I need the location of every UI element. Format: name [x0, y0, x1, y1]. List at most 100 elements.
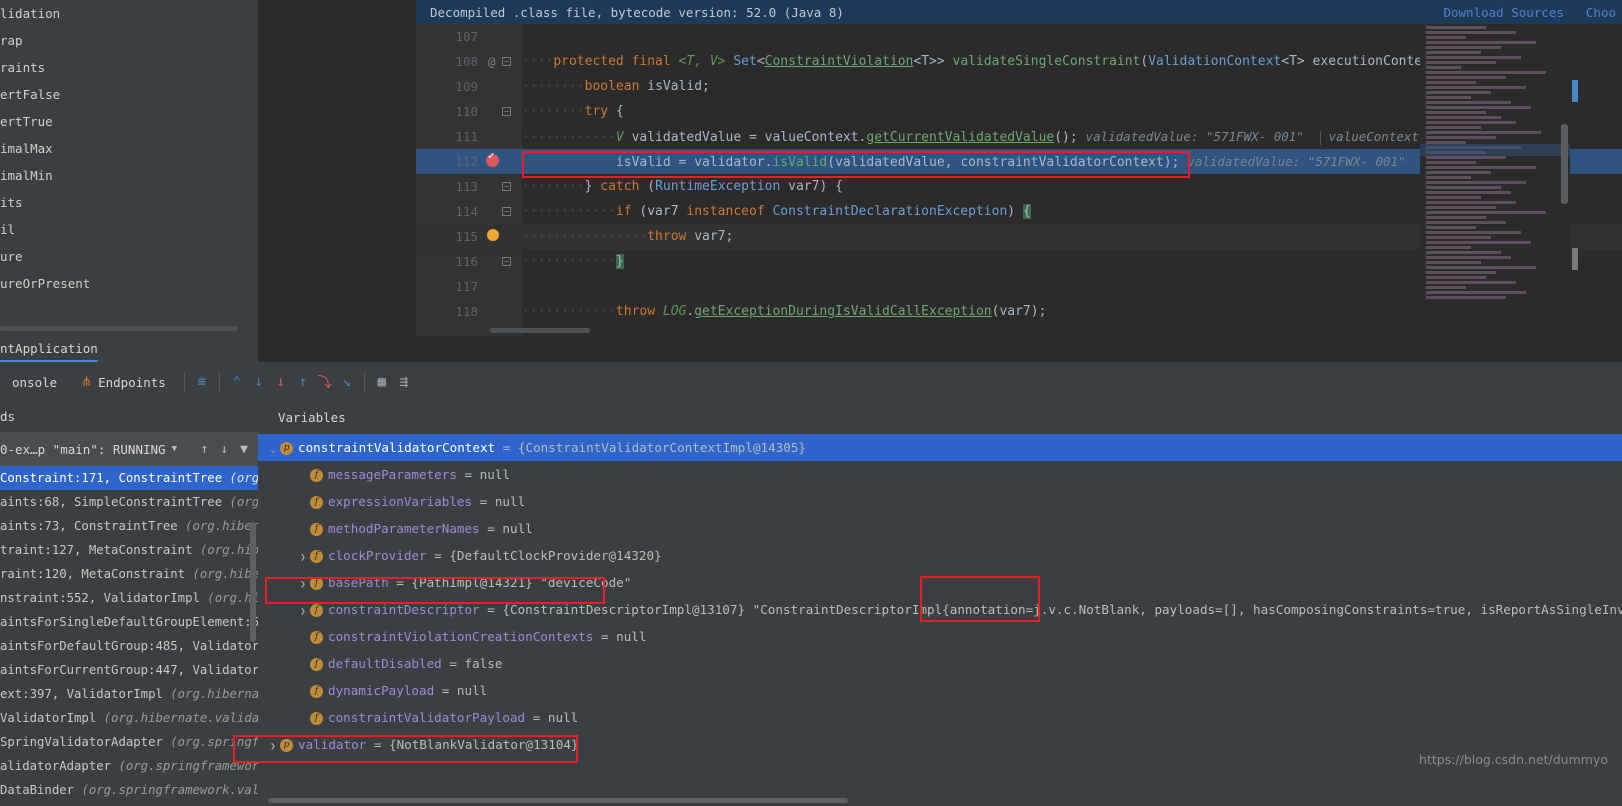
chevron-right-icon[interactable]: ❯ — [266, 734, 280, 761]
variable-row[interactable]: ❯ f basePath = {PathImpl@14321} "deviceCod… — [258, 569, 1622, 596]
variables-header: Variables — [258, 402, 1622, 434]
variable-row[interactable]: f constraintViolationCreationContexts = n… — [258, 623, 1622, 650]
tab-endpoints[interactable]: ⋔ Endpoints — [69, 362, 178, 402]
stack-frame-row[interactable]: aintsForSingleDefaultGroupElement:515, — [0, 610, 258, 634]
field-badge-icon: f — [310, 469, 323, 482]
tree-item[interactable]: ureOrPresent — [0, 270, 258, 297]
chevron-down-icon[interactable]: ⌄ — [266, 437, 280, 464]
stack-frame-row[interactable]: ext:397, ValidatorImpl (org.hibernate. — [0, 682, 258, 706]
tree-item[interactable]: ertFalse — [0, 81, 258, 108]
variable-row[interactable]: f methodParameterNames = null — [258, 515, 1622, 542]
step-over-icon[interactable]: ⌃ — [226, 371, 248, 393]
stack-frame-row[interactable]: aintsForDefaultGroup:485, ValidatorImp — [0, 634, 258, 658]
tree-item[interactable]: imalMax — [0, 135, 258, 162]
breakpoint-icon[interactable] — [486, 149, 499, 167]
editor-marker-blue[interactable] — [1572, 80, 1578, 102]
tab-console[interactable]: onsole — [0, 362, 69, 402]
project-tree-panel[interactable]: lidation rap raints ertFalse ertTrue imalMax i… — [0, 0, 258, 336]
tree-item[interactable]: rap — [0, 27, 258, 54]
minimap-line — [1426, 176, 1471, 179]
frames-panel[interactable]: ds 0-ex…p "main": RUNNING ▼ ↑ ↓ ▼ Constr… — [0, 402, 258, 806]
editor-hscrollbar[interactable] — [490, 328, 590, 333]
frames-up-icon[interactable]: ↑ — [201, 442, 209, 457]
stack-frame-row[interactable]: Constraint:171, ConstraintTree (org.hi — [0, 466, 258, 490]
variable-name: constraintDescriptor — [328, 602, 480, 617]
choose-sources-link[interactable]: Choo — [1586, 5, 1616, 20]
frames-filter-icon[interactable]: ▼ — [240, 442, 248, 457]
variable-row[interactable]: f constraintValidatorPayload = null — [258, 704, 1622, 731]
step-into-icon[interactable]: ↓ — [248, 371, 270, 393]
tree-item[interactable]: ertTrue — [0, 108, 258, 135]
stack-frame-row[interactable]: alidatorAdapter (org.springframework.b — [0, 754, 258, 778]
chevron-right-icon[interactable]: ❯ — [296, 572, 310, 599]
code-fold-icon[interactable]: − — [502, 182, 511, 191]
debug-toolbar[interactable]: onsole ⋔ Endpoints ≡ ⌃ ↓ ↓ ↑ ⤵ ↘ ▦ ⇶ — [0, 362, 1622, 402]
tree-item[interactable]: lidation — [0, 0, 258, 27]
variables-panel[interactable]: Variables ⌄ p constraintValidatorContext =… — [258, 402, 1622, 806]
variable-row[interactable]: f defaultDisabled = false — [258, 650, 1622, 677]
tree-item[interactable]: imalMin — [0, 162, 258, 189]
run-to-cursor-icon[interactable]: ↘ — [336, 371, 358, 393]
code-text: ················throw var7; — [522, 229, 734, 244]
step-out-icon[interactable]: ↑ — [292, 371, 314, 393]
code-fold-icon[interactable]: − — [502, 107, 511, 116]
stack-frame-row[interactable]: cable:266, AbstractMessageConverterMe — [0, 802, 258, 806]
tree-item[interactable]: ure — [0, 243, 258, 270]
minimap-line — [1426, 286, 1466, 289]
project-tree-hscrollbar[interactable] — [0, 326, 238, 331]
parameter-badge-icon: p — [280, 739, 293, 752]
chevron-right-icon[interactable]: ❯ — [296, 599, 310, 626]
variable-row[interactable]: ❯ f constraintDescriptor = {ConstraintDesc… — [258, 596, 1622, 623]
code-text: ········} catch (RuntimeException var7) … — [522, 179, 843, 194]
variable-name: defaultDisabled — [328, 656, 442, 671]
chevron-right-icon[interactable]: ❯ — [296, 545, 310, 572]
code-fold-icon[interactable]: − — [502, 207, 511, 216]
evaluate-icon[interactable]: ▦ — [371, 371, 393, 393]
stack-frame-row[interactable]: DataBinder (org.springframework.valida — [0, 778, 258, 802]
minimap-line — [1426, 91, 1491, 94]
stack-frame-row[interactable]: aintsForCurrentGroup:447, ValidatorImp — [0, 658, 258, 682]
download-sources-link[interactable]: Download Sources — [1443, 5, 1563, 20]
stack-frame-row[interactable]: aints:68, SimpleConstraintTree (org.hi — [0, 490, 258, 514]
menu-icon[interactable]: ≡ — [191, 371, 213, 393]
code-fold-icon[interactable]: − — [502, 57, 511, 66]
frames-down-icon[interactable]: ↓ — [220, 442, 228, 457]
variables-hscrollbar[interactable] — [268, 798, 848, 803]
intention-bulb-icon[interactable] — [487, 229, 499, 241]
inline-debug-hint[interactable]: validatedValue: "571FWX- 001" — [1187, 154, 1405, 169]
code-text: ····protected final <T, V> Set<Constrain… — [522, 54, 1555, 69]
stack-frame-row[interactable]: ValidatorImpl (org.hibernate.validator — [0, 706, 258, 730]
force-step-into-icon[interactable]: ↓ — [270, 371, 292, 393]
variable-row[interactable]: f dynamicPayload = null — [258, 677, 1622, 704]
variable-row[interactable]: f expressionVariables = null — [258, 488, 1622, 515]
stack-frame-row[interactable]: aints:73, ConstraintTree (org.hibernat — [0, 514, 258, 538]
chevron-down-icon[interactable]: ▼ — [172, 444, 177, 454]
tree-item[interactable]: its — [0, 189, 258, 216]
minimap-scrollbar[interactable] — [1561, 124, 1568, 204]
variable-row[interactable]: ⌄ p constraintValidatorContext = {Constrai… — [258, 434, 1622, 461]
settings-icon[interactable]: ⇶ — [393, 371, 415, 393]
variable-name: constraintValidatorPayload — [328, 710, 526, 725]
project-tab-label[interactable]: ntApplication — [0, 336, 258, 362]
drop-frame-icon[interactable]: ⤵ — [314, 371, 336, 393]
editor-marker-grey[interactable] — [1572, 248, 1578, 270]
annotation-marker-icon[interactable]: @ — [488, 49, 496, 74]
minimap-line — [1426, 171, 1491, 174]
variable-value: = {NotBlankValidator@13104} — [373, 737, 579, 752]
variable-row[interactable]: ❯ p validator = {NotBlankValidator@13104} — [258, 731, 1622, 758]
frame-method: aintsForDefaultGroup:485, ValidatorImp — [0, 639, 258, 653]
stack-frame-row[interactable]: SpringValidatorAdapter (org.springfram — [0, 730, 258, 754]
tree-item[interactable]: il — [0, 216, 258, 243]
variable-row[interactable]: f messageParameters = null — [258, 461, 1622, 488]
tree-item[interactable]: raints — [0, 54, 258, 81]
stack-frame-row[interactable]: nstraint:552, ValidatorImpl (org.hiber — [0, 586, 258, 610]
stack-frame-row[interactable]: raint:120, MetaConstraint (org.hibernat — [0, 562, 258, 586]
variable-row[interactable]: ❯ f clockProvider = {DefaultClockProvider@… — [258, 542, 1622, 569]
thread-selector[interactable]: 0-ex…p "main": RUNNING ▼ ↑ ↓ ▼ — [0, 432, 258, 466]
stack-frame-row[interactable]: traint:127, MetaConstraint (org.hibern — [0, 538, 258, 562]
code-fold-icon[interactable]: − — [502, 257, 511, 266]
inline-debug-hint[interactable]: validatedValue: "571FWX- 001" — [1086, 129, 1304, 144]
frames-vscrollbar[interactable] — [250, 522, 256, 642]
editor-minimap[interactable] — [1420, 24, 1570, 336]
frame-method: nstraint:552, ValidatorImpl — [0, 591, 208, 605]
